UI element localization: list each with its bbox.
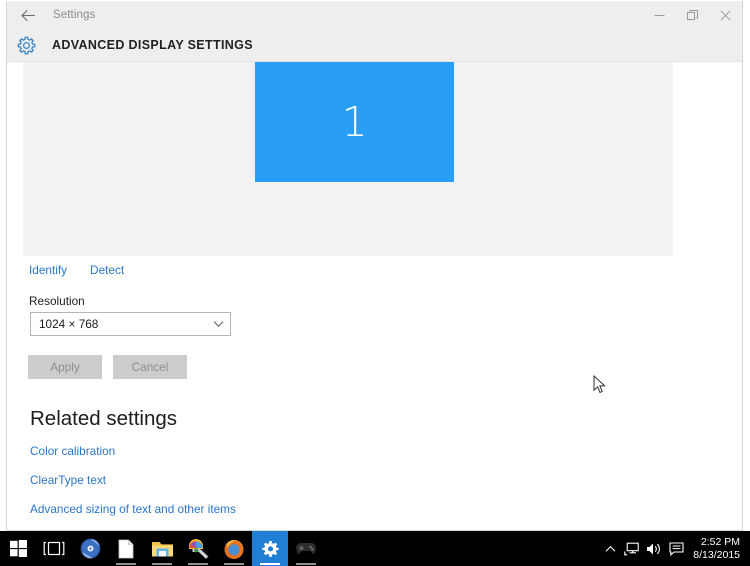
start-button[interactable] [0,531,36,566]
task-view-button[interactable] [36,531,72,566]
file-explorer-button[interactable] [144,531,180,566]
media-disc-icon [80,538,100,559]
maximize-icon[interactable] [676,1,709,29]
action-center-icon[interactable] [665,531,687,566]
taskbar-clock[interactable]: 2:52 PM 8/13/2015 [693,536,740,561]
identify-detect-row: Identify Detect [29,263,124,277]
media-player-button[interactable] [72,531,108,566]
volume-icon[interactable] [643,531,665,566]
system-tray: 2:52 PM 8/13/2015 [599,531,750,566]
page-header: ADVANCED DISPLAY SETTINGS [7,29,742,62]
monitor-1-thumbnail[interactable]: 1 [255,62,454,182]
window-controls [643,1,742,29]
folder-icon [151,542,173,557]
identify-link[interactable]: Identify [29,263,67,277]
taskbar-icons [0,531,324,566]
settings-window: Settings ADVANCED DISPLAY SETTINGS 1 Ide… [6,1,743,531]
paint-button[interactable] [180,531,216,566]
network-icon[interactable] [621,531,643,566]
game-controller-icon [296,543,316,555]
monitor-preview-panel: 1 [23,62,673,256]
app-title: Settings [53,9,96,21]
settings-button[interactable] [252,531,288,566]
page-title: ADVANCED DISPLAY SETTINGS [52,38,253,52]
clock-time: 2:52 PM [700,536,740,548]
cancel-button[interactable]: Cancel [113,355,187,379]
chevron-down-icon [206,320,230,328]
firefox-icon [224,539,244,559]
monitor-number-label: 1 [341,97,368,146]
document-icon [118,539,134,558]
action-button-row: Apply Cancel [28,355,187,379]
settings-gear-icon [261,540,279,557]
color-calibration-link[interactable]: Color calibration [30,444,115,458]
resolution-dropdown[interactable]: 1024 × 768 [30,312,231,336]
resolution-label: Resolution [29,294,85,308]
chevron-up-icon[interactable] [599,531,621,566]
taskbar: 2:52 PM 8/13/2015 [0,531,750,566]
related-settings-heading: Related settings [30,407,178,430]
task-view-icon [43,541,65,556]
apply-button[interactable]: Apply [28,355,102,379]
advanced-sizing-link[interactable]: Advanced sizing of text and other items [30,502,236,516]
close-icon[interactable] [709,1,742,29]
title-bar: Settings [7,1,742,29]
resolution-value: 1024 × 768 [39,317,99,331]
cleartype-text-link[interactable]: ClearType text [30,473,106,487]
back-arrow-icon[interactable] [13,2,43,28]
minimize-icon[interactable] [643,1,676,29]
clock-date: 8/13/2015 [693,548,740,561]
detect-link[interactable]: Detect [90,263,124,277]
firefox-button[interactable] [216,531,252,566]
windows-logo-icon [9,540,27,557]
gear-icon [9,35,43,56]
screen: Settings ADVANCED DISPLAY SETTINGS 1 Ide… [0,0,750,566]
document-button[interactable] [108,531,144,566]
settings-content: 1 Identify Detect Resolution 1024 × 768 … [7,62,742,529]
game-button[interactable] [288,531,324,566]
paint-icon [189,538,209,559]
